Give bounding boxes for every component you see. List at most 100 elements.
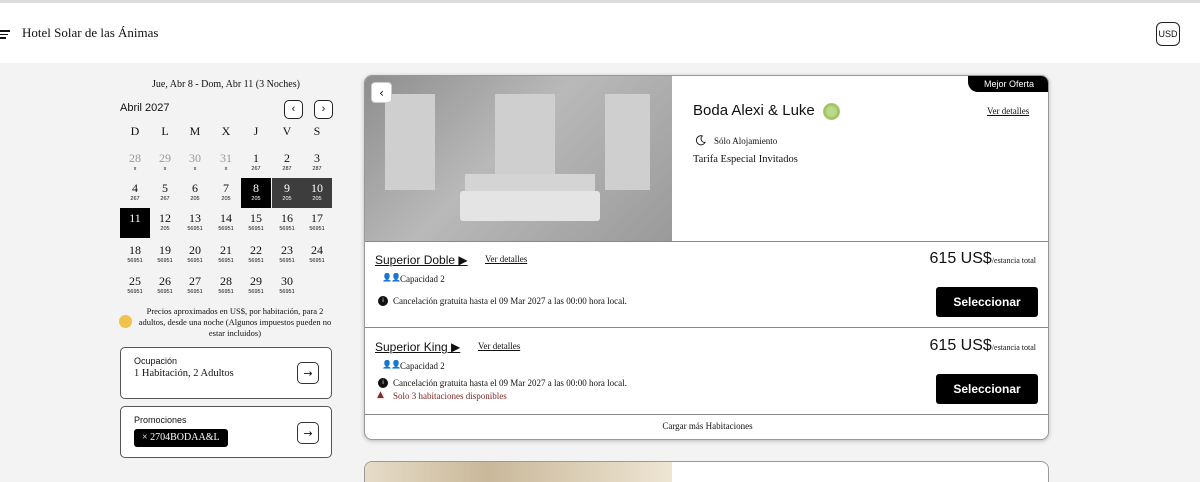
arrow-right-icon: → xyxy=(303,426,313,440)
info-icon: i xyxy=(378,378,388,388)
day-price: 205 xyxy=(160,226,170,232)
calendar-day[interactable]: 15 56951 xyxy=(241,208,271,238)
info-icon xyxy=(119,315,132,328)
calendar-day[interactable]: 5 267 xyxy=(150,178,180,208)
calendar-day[interactable]: 13 56951 xyxy=(180,208,210,238)
calendar-day[interactable]: 12 205 xyxy=(150,208,180,238)
room-details-link[interactable]: Ver detalles xyxy=(478,341,520,351)
date-range: Jue, Abr 8 - Dom, Abr 11 (3 Noches) xyxy=(152,79,300,90)
cancellation-policy: Cancelación gratuita hasta el 09 Mar 202… xyxy=(393,296,627,306)
load-more-rooms-button[interactable]: Cargar más Habitaciones xyxy=(365,421,1048,431)
promotions-box[interactable]: Promociones × 2704BODAA&L → xyxy=(120,406,332,458)
occupancy-box[interactable]: Ocupación 1 Habitación, 2 Adultos → xyxy=(120,347,332,399)
promotions-arrow-button[interactable]: → xyxy=(297,422,319,444)
day-price: 205 xyxy=(221,196,231,202)
promo-code-chip[interactable]: × 2704BODAA&L xyxy=(134,429,228,447)
leaf-icon xyxy=(823,103,840,120)
room-price: 615 US$/estancia total xyxy=(930,250,1036,268)
calendar-day[interactable]: 28 56951 xyxy=(211,271,241,301)
calendar-day[interactable]: 26 56951 xyxy=(150,271,180,301)
room-photo: ‹ xyxy=(365,76,672,241)
day-price: 56951 xyxy=(309,226,325,232)
hamburger-menu-icon[interactable] xyxy=(0,30,10,39)
calendar-day[interactable]: 11 xyxy=(120,208,150,238)
day-number: 13 xyxy=(189,211,201,225)
cancellation-policy: Cancelación gratuita hasta el 09 Mar 202… xyxy=(393,378,627,388)
calendar-day[interactable]: 10 205 xyxy=(302,178,332,208)
price-suffix: /estancia total xyxy=(991,343,1036,352)
calendar-day[interactable]: 18 56951 xyxy=(120,240,150,270)
day-price: 56951 xyxy=(279,289,295,295)
calendar-day[interactable]: 2 287 xyxy=(272,148,302,178)
calendar-day[interactable]: 4 267 xyxy=(120,178,150,208)
calendar-day[interactable]: 24 56951 xyxy=(302,240,332,270)
calendar-day[interactable]: 23 56951 xyxy=(272,240,302,270)
occupancy-label: Ocupación xyxy=(134,356,178,366)
weekday-label: M xyxy=(189,124,201,138)
room-details-link[interactable]: Ver detalles xyxy=(485,254,527,264)
select-room-button[interactable]: Seleccionar xyxy=(936,374,1038,404)
calendar-day[interactable]: 16 56951 xyxy=(272,208,302,238)
day-number: 18 xyxy=(129,243,141,257)
calendar-prev-button[interactable]: ‹ xyxy=(284,100,303,119)
calendar-day[interactable]: 28 x xyxy=(120,148,150,178)
calendar-day[interactable]: 25 56951 xyxy=(120,271,150,301)
header: Hotel Solar de las Ánimas USD xyxy=(0,3,1200,63)
day-number: 20 xyxy=(189,243,201,257)
room-capacity: Capacidad 2 xyxy=(400,274,445,284)
calendar-day[interactable]: 30 x xyxy=(180,148,210,178)
room-price: 615 US$/estancia total xyxy=(930,337,1036,355)
calendar-day[interactable]: 30 56951 xyxy=(272,271,302,301)
calendar-next-button[interactable]: › xyxy=(314,100,333,119)
day-number: 1 xyxy=(253,151,259,165)
day-price: 287 xyxy=(312,166,322,172)
currency-button[interactable]: USD xyxy=(1156,22,1180,46)
calendar-day[interactable]: 1 267 xyxy=(241,148,271,178)
calendar-day[interactable]: 31 x xyxy=(211,148,241,178)
calendar-day[interactable]: 14 56951 xyxy=(211,208,241,238)
rate-name: Tarifa Especial Invitados xyxy=(693,154,798,165)
day-price: x xyxy=(163,166,167,172)
calendar-month: Abril 2027 xyxy=(120,102,170,114)
calendar-day xyxy=(302,271,332,301)
day-number: 11 xyxy=(129,211,141,225)
calendar-day[interactable]: 20 56951 xyxy=(180,240,210,270)
photo-back-button[interactable]: ‹ xyxy=(371,82,392,103)
price-amount: 615 US$ xyxy=(929,250,992,267)
calendar-day[interactable]: 7 205 xyxy=(211,178,241,208)
offer-details-link[interactable]: Ver detalles xyxy=(987,106,1029,116)
occupancy-arrow-button[interactable]: → xyxy=(297,362,319,384)
moon-icon xyxy=(695,135,706,146)
calendar-day[interactable]: 3 287 xyxy=(302,148,332,178)
calendar-day[interactable]: 29 56951 xyxy=(241,271,271,301)
calendar-day[interactable]: 6 205 xyxy=(180,178,210,208)
day-number: 6 xyxy=(192,181,198,195)
day-number: 19 xyxy=(159,243,171,257)
day-number: 31 xyxy=(220,151,232,165)
offer-card-2 xyxy=(364,461,1049,482)
calendar-day[interactable]: 17 56951 xyxy=(302,208,332,238)
offer-title: Boda Alexi & Luke xyxy=(693,102,815,119)
calendar-day[interactable]: 19 56951 xyxy=(150,240,180,270)
calendar-day[interactable]: 9 205 xyxy=(272,178,302,208)
promotions-label: Promociones xyxy=(134,415,187,425)
day-price: 56951 xyxy=(248,289,264,295)
day-price: 205 xyxy=(312,196,322,202)
best-offer-badge: Mejor Oferta xyxy=(968,76,1048,92)
day-price: 205 xyxy=(190,196,200,202)
day-price: 56951 xyxy=(309,258,325,264)
day-number: 29 xyxy=(250,274,262,288)
calendar-day[interactable]: 8 205 xyxy=(241,178,271,208)
select-room-button[interactable]: Seleccionar xyxy=(936,287,1038,317)
day-price: 56951 xyxy=(248,226,264,232)
calendar-day[interactable]: 22 56951 xyxy=(241,240,271,270)
weekday-label: V xyxy=(282,124,292,138)
calendar-day[interactable]: 29 x xyxy=(150,148,180,178)
day-price: x xyxy=(224,166,228,172)
day-number: 3 xyxy=(314,151,320,165)
room-name[interactable]: Superior Doble ▶ xyxy=(375,253,468,267)
room-name[interactable]: Superior King ▶ xyxy=(375,340,460,354)
calendar-day[interactable]: 21 56951 xyxy=(211,240,241,270)
calendar-day[interactable]: 27 56951 xyxy=(180,271,210,301)
hotel-name[interactable]: Hotel Solar de las Ánimas xyxy=(22,25,158,41)
